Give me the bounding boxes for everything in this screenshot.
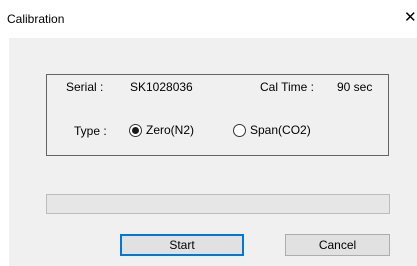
start-button[interactable]: Start	[120, 234, 244, 256]
serial-value: SK1028036	[130, 80, 193, 94]
close-icon: ✕	[404, 9, 417, 26]
cancel-button[interactable]: Cancel	[285, 234, 390, 256]
calibration-progress-bar	[46, 194, 390, 214]
cal-time-label: Cal Time :	[260, 80, 315, 94]
close-button[interactable]: ✕	[404, 8, 417, 28]
cal-time-value: 90 sec	[337, 80, 373, 94]
span-co2-label[interactable]: Span(CO2)	[250, 123, 311, 137]
zero-n2-radio[interactable]	[129, 124, 142, 137]
zero-n2-label[interactable]: Zero(N2)	[146, 123, 194, 137]
span-co2-radio[interactable]	[233, 124, 246, 137]
type-label: Type :	[74, 124, 107, 138]
radio-selected-dot	[132, 127, 139, 134]
serial-label: Serial :	[66, 80, 104, 94]
dialog-title: Calibration	[7, 12, 65, 26]
